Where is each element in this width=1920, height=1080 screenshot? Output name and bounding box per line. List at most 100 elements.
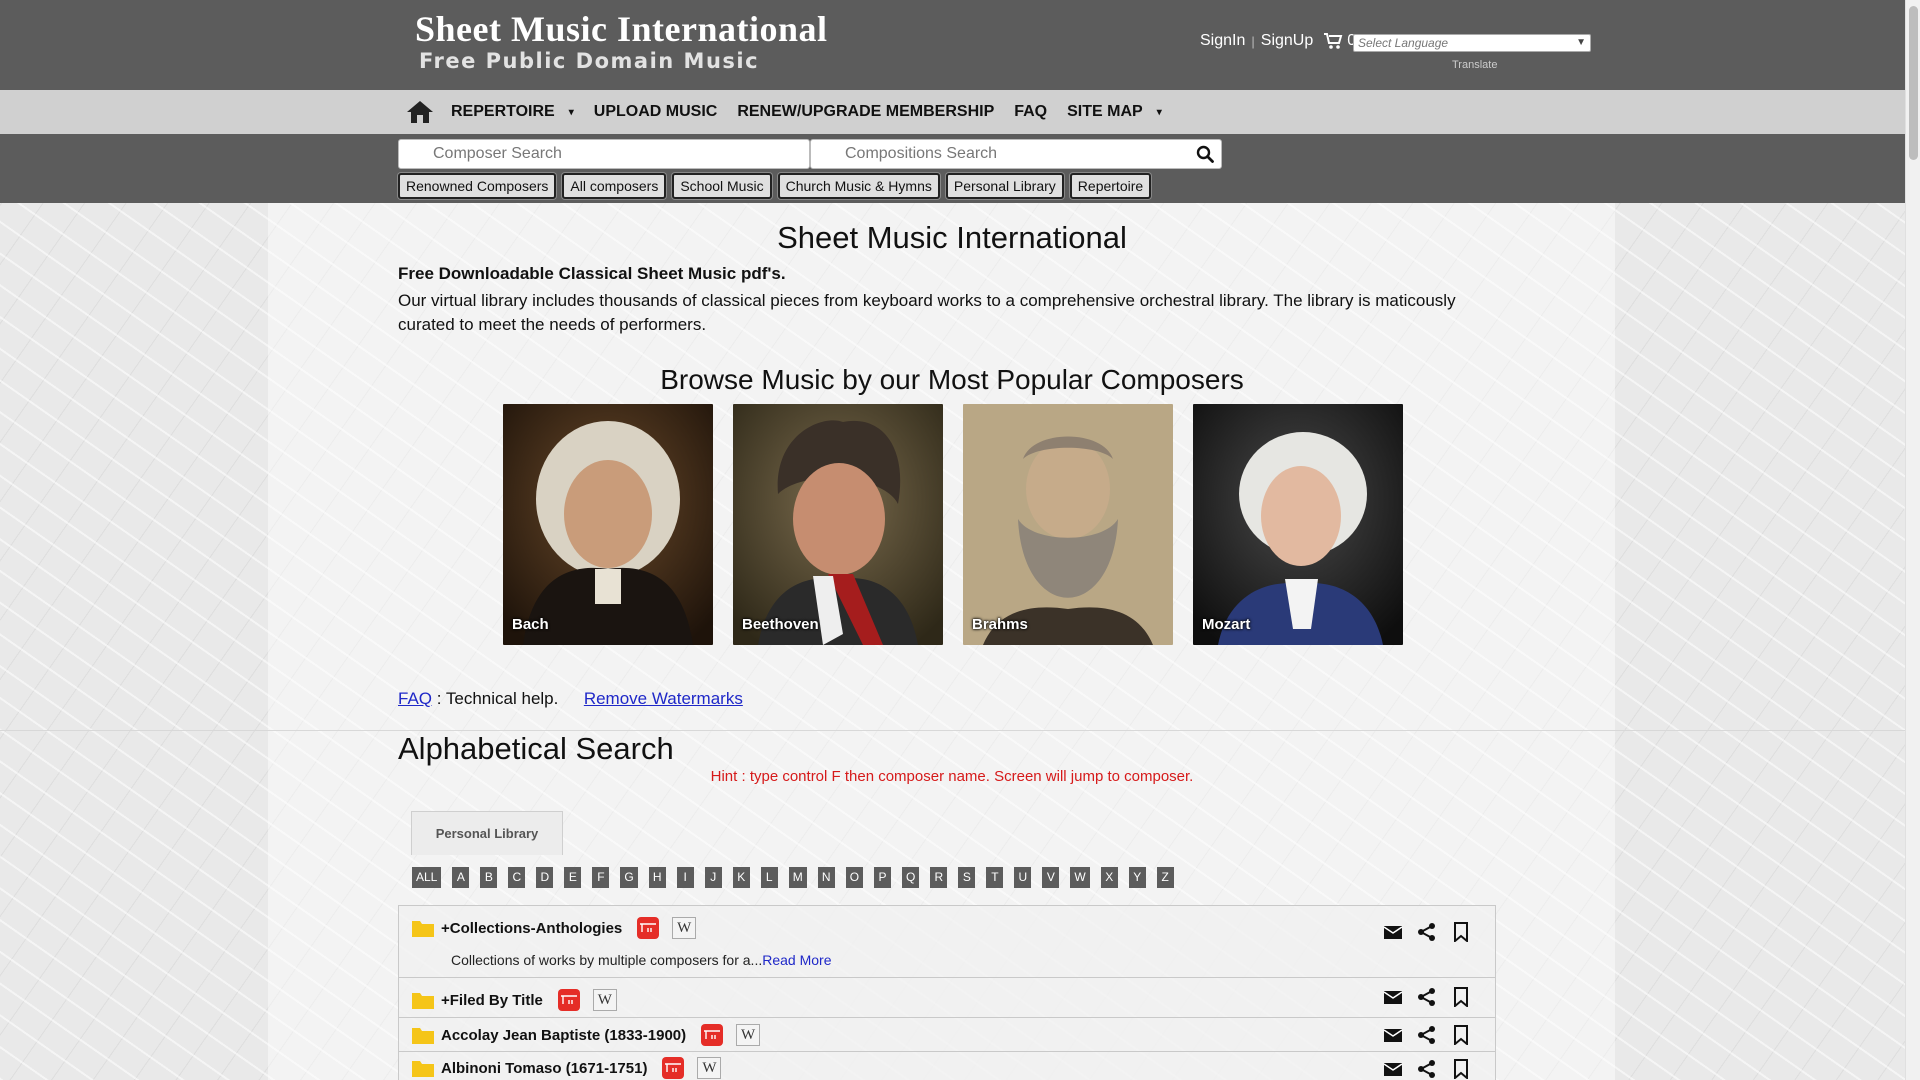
- letter-t[interactable]: T: [986, 867, 1004, 888]
- chevron-down-icon[interactable]: ▾: [569, 107, 574, 118]
- logo-title[interactable]: Sheet Music International: [415, 8, 828, 50]
- letter-p[interactable]: P: [874, 867, 892, 888]
- letter-x[interactable]: X: [1100, 867, 1118, 888]
- composer-card-mozart[interactable]: Mozart: [1193, 404, 1403, 645]
- read-more-link[interactable]: Read More: [762, 952, 831, 968]
- bookmark-icon[interactable]: [1451, 1025, 1471, 1045]
- chip-all-composers[interactable]: All composers: [562, 173, 667, 199]
- letter-all[interactable]: ALL: [412, 867, 442, 888]
- letter-b[interactable]: B: [480, 867, 498, 888]
- folder-icon[interactable]: [411, 1058, 435, 1078]
- nav-repertoire[interactable]: REPERTOIRE ▾: [451, 103, 574, 121]
- composer-card-bach[interactable]: Bach: [503, 404, 713, 645]
- youtube-icon[interactable]: [700, 1023, 724, 1047]
- search-hint: Hint : type control F then composer name…: [710, 768, 1194, 785]
- letter-c[interactable]: C: [508, 867, 526, 888]
- search-icon[interactable]: [1196, 145, 1214, 163]
- remove-watermarks-link[interactable]: Remove Watermarks: [584, 689, 743, 708]
- envelope-icon[interactable]: [1383, 922, 1403, 942]
- site-header: Sheet Music International Free Public Do…: [0, 0, 1905, 90]
- letter-i[interactable]: I: [676, 867, 694, 888]
- scrollbar-thumb[interactable]: [1909, 6, 1918, 160]
- composer-name-brahms: Brahms: [972, 616, 1028, 633]
- wikipedia-icon[interactable]: W: [672, 917, 697, 939]
- letter-y[interactable]: Y: [1128, 867, 1146, 888]
- compositions-search-input[interactable]: Compositions Search: [810, 139, 1222, 169]
- composer-search-input[interactable]: Composer Search: [398, 139, 810, 169]
- list-item-title[interactable]: Albinoni Tomaso (1671-1751): [441, 1060, 647, 1077]
- letter-q[interactable]: Q: [902, 867, 920, 888]
- letter-v[interactable]: V: [1042, 867, 1060, 888]
- composer-card-brahms[interactable]: Brahms: [963, 404, 1173, 645]
- nav-site-map[interactable]: SITE MAP ▾: [1067, 103, 1162, 121]
- letter-d[interactable]: D: [536, 867, 554, 888]
- wikipedia-icon[interactable]: W: [697, 1057, 722, 1079]
- home-icon[interactable]: [405, 99, 435, 125]
- bookmark-icon[interactable]: [1451, 1059, 1471, 1079]
- letter-r[interactable]: R: [930, 867, 948, 888]
- faq-link[interactable]: FAQ: [398, 689, 432, 708]
- chevron-down-icon[interactable]: ▾: [1157, 107, 1162, 118]
- letter-m[interactable]: M: [788, 867, 807, 888]
- letter-j[interactable]: J: [704, 867, 722, 888]
- language-select[interactable]: Select Language ▼: [1353, 34, 1591, 52]
- help-line: FAQ : Technical help. Remove Watermarks: [398, 689, 743, 709]
- list-item-actions: [1383, 1025, 1471, 1045]
- letter-s[interactable]: S: [958, 867, 976, 888]
- share-icon[interactable]: [1417, 987, 1437, 1007]
- letter-n[interactable]: N: [817, 867, 835, 888]
- youtube-icon[interactable]: [557, 988, 581, 1012]
- list-item-title[interactable]: +Collections-Anthologies: [441, 920, 622, 937]
- cart-link[interactable]: 0: [1323, 32, 1356, 50]
- folder-icon[interactable]: [411, 1025, 435, 1045]
- wikipedia-icon[interactable]: W: [592, 989, 617, 1011]
- chip-school-music[interactable]: School Music: [672, 173, 772, 199]
- page-scrollbar[interactable]: [1905, 0, 1920, 1080]
- language-select-value: Select Language: [1358, 36, 1449, 50]
- folder-icon[interactable]: [411, 918, 435, 938]
- letter-k[interactable]: K: [732, 867, 750, 888]
- bookmark-icon[interactable]: [1451, 987, 1471, 1007]
- folder-icon[interactable]: [411, 990, 435, 1010]
- letter-l[interactable]: L: [760, 867, 778, 888]
- composer-card-beethoven[interactable]: Beethoven: [733, 404, 943, 645]
- share-icon[interactable]: [1417, 922, 1437, 942]
- chip-renowned-composers[interactable]: Renowned Composers: [398, 173, 557, 199]
- search-strip: Composer Search Compositions Search Reno…: [0, 134, 1905, 203]
- nav-renew-membership[interactable]: RENEW/UPGRADE MEMBERSHIP: [737, 103, 994, 121]
- nav-upload-music[interactable]: UPLOAD MUSIC: [594, 103, 718, 121]
- letter-u[interactable]: U: [1014, 867, 1032, 888]
- envelope-icon[interactable]: [1383, 1059, 1403, 1079]
- translate-label[interactable]: Translate: [1452, 59, 1497, 71]
- intro-paragraph: Our virtual library includes thousands o…: [398, 291, 1456, 334]
- youtube-icon[interactable]: [661, 1056, 685, 1080]
- youtube-icon[interactable]: [636, 916, 660, 940]
- envelope-icon[interactable]: [1383, 1025, 1403, 1045]
- shopping-cart-icon: [1324, 33, 1343, 49]
- list-item-title[interactable]: Accolay Jean Baptiste (1833-1900): [441, 1027, 686, 1044]
- chip-repertoire[interactable]: Repertoire: [1069, 173, 1152, 199]
- list-item-title[interactable]: +Filed By Title: [441, 992, 543, 1009]
- signin-link[interactable]: SignIn: [1200, 32, 1245, 50]
- letter-z[interactable]: Z: [1156, 867, 1174, 888]
- tab-personal-library[interactable]: Personal Library: [411, 811, 563, 855]
- letter-e[interactable]: E: [564, 867, 582, 888]
- letter-w[interactable]: W: [1070, 867, 1090, 888]
- letter-a[interactable]: A: [452, 867, 470, 888]
- page-subtitle: Free Downloadable Classical Sheet Music …: [398, 264, 786, 283]
- letter-h[interactable]: H: [648, 867, 666, 888]
- letter-o[interactable]: O: [845, 867, 864, 888]
- chip-personal-library[interactable]: Personal Library: [945, 173, 1064, 199]
- chip-church-music-hymns[interactable]: Church Music & Hymns: [777, 173, 940, 199]
- share-icon[interactable]: [1417, 1025, 1437, 1045]
- wikipedia-icon[interactable]: W: [736, 1024, 761, 1046]
- share-icon[interactable]: [1417, 1059, 1437, 1079]
- list-item-main: +Filed By Title W: [411, 988, 617, 1012]
- envelope-icon[interactable]: [1383, 987, 1403, 1007]
- list-item-actions: [1383, 922, 1471, 942]
- signup-link[interactable]: SignUp: [1261, 32, 1313, 50]
- letter-g[interactable]: G: [620, 867, 638, 888]
- nav-faq[interactable]: FAQ: [1014, 103, 1047, 121]
- bookmark-icon[interactable]: [1451, 922, 1471, 942]
- letter-f[interactable]: F: [592, 867, 610, 888]
